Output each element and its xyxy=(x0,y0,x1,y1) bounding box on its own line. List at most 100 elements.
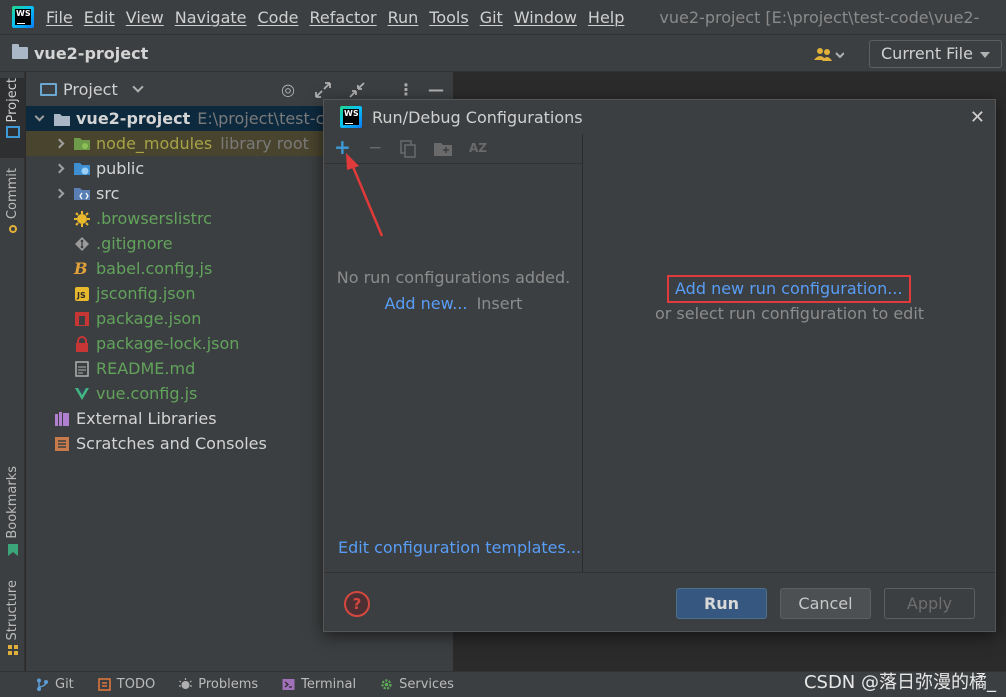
tool-window-problems[interactable]: Problems xyxy=(179,677,258,692)
add-run-config-link[interactable]: Add new run configuration... xyxy=(667,275,911,303)
copy-icon[interactable] xyxy=(400,140,416,158)
menu-git[interactable]: Git xyxy=(480,8,503,27)
project-panel-title[interactable]: Project xyxy=(63,80,118,99)
edit-templates-link[interactable]: Edit configuration templates... xyxy=(338,538,581,557)
git-icon xyxy=(74,236,90,252)
lock-icon xyxy=(74,335,90,352)
git-branch-icon xyxy=(37,678,48,691)
tab-bookmarks[interactable]: Bookmarks xyxy=(0,466,25,558)
menu-navigate[interactable]: Navigate xyxy=(175,8,247,27)
tree-item-label: README.md xyxy=(96,359,196,378)
config-detail-pane: Add new run configuration... or select r… xyxy=(584,134,995,572)
bookmark-icon xyxy=(7,543,18,556)
options-menu-icon[interactable]: ⋮ xyxy=(398,80,414,99)
todo-icon xyxy=(97,678,111,691)
chevron-right-icon[interactable] xyxy=(54,138,74,149)
add-new-row: Add new... Insert xyxy=(324,294,583,313)
sort-alphabetically-icon[interactable]: AZ xyxy=(469,141,487,155)
select-config-hint: or select run configuration to edit xyxy=(654,304,925,323)
terminal-icon xyxy=(282,679,295,690)
run-config-selector[interactable]: Current File xyxy=(869,40,1002,68)
tree-item-label: Scratches and Consoles xyxy=(76,434,267,453)
tree-item-label: babel.config.js xyxy=(96,259,213,278)
menu-refactor[interactable]: Refactor xyxy=(309,8,376,27)
project-view-icon xyxy=(40,82,57,96)
menu-code[interactable]: Code xyxy=(258,8,299,27)
window-title: vue2-project [E:\project\test-code\vue2- xyxy=(659,7,980,27)
menu-tools[interactable]: Tools xyxy=(429,8,468,27)
add-new-shortcut: Insert xyxy=(476,294,523,313)
menu-edit[interactable]: Edit xyxy=(84,8,115,27)
tool-window-services[interactable]: Services xyxy=(380,677,454,692)
select-opened-file-icon[interactable]: ◎ xyxy=(281,80,295,99)
chevron-down-icon[interactable] xyxy=(132,81,144,93)
npm-icon xyxy=(74,311,90,327)
chevron-down-icon[interactable] xyxy=(34,111,54,122)
tree-item-label: public xyxy=(96,159,145,178)
run-debug-config-dialog: WS Run/Debug Configurations ✕ + − AZ No … xyxy=(323,99,996,632)
browserslist-icon xyxy=(74,210,90,227)
tool-window-git[interactable]: Git xyxy=(36,677,74,692)
babel-icon: B xyxy=(74,258,88,278)
chevron-right-icon[interactable] xyxy=(54,188,74,199)
vue-icon xyxy=(74,386,90,402)
js-config-icon: JS xyxy=(74,286,90,302)
chevron-right-icon[interactable] xyxy=(54,163,74,174)
tree-item-label: jsconfig.json xyxy=(96,284,196,303)
tool-window-label: Problems xyxy=(198,677,259,692)
libraries-icon xyxy=(54,411,70,427)
expand-all-icon[interactable] xyxy=(314,81,332,99)
problems-icon xyxy=(179,678,193,689)
tab-commit-label: Commit xyxy=(5,168,20,220)
menu-help[interactable]: Help xyxy=(588,8,624,27)
folder-icon xyxy=(12,44,28,59)
tab-structure-label: Structure xyxy=(5,580,20,641)
new-folder-icon[interactable] xyxy=(434,142,452,156)
tree-item-label: .gitignore xyxy=(96,234,173,253)
menu-view[interactable]: View xyxy=(126,8,164,27)
annotation-arrow xyxy=(346,153,384,237)
library-folder-icon xyxy=(74,136,90,152)
hide-panel-icon[interactable]: — xyxy=(428,80,444,99)
menu-bar: WS File Edit View Navigate Code Refactor… xyxy=(0,0,1006,34)
tab-structure[interactable]: Structure xyxy=(0,580,25,668)
code-with-me-icon[interactable] xyxy=(814,47,844,63)
tab-commit[interactable]: Commit xyxy=(0,168,25,240)
svg-text:JS: JS xyxy=(76,291,86,300)
left-tool-strip: Project Commit Bookmarks Structure xyxy=(0,72,25,671)
tree-item-label: External Libraries xyxy=(76,409,217,428)
main-toolbar: vue2-project Current File xyxy=(0,34,1006,72)
structure-icon xyxy=(7,645,18,656)
tool-window-label: Services xyxy=(399,677,454,692)
markdown-file-icon xyxy=(74,360,90,377)
cancel-button[interactable]: Cancel xyxy=(780,588,871,619)
tool-window-label: TODO xyxy=(116,677,156,692)
tab-project-label: Project xyxy=(5,78,20,123)
menu-run[interactable]: Run xyxy=(388,8,419,27)
tree-item-label: package.json xyxy=(96,309,202,328)
help-button[interactable]: ? xyxy=(344,591,370,617)
run-button[interactable]: Run xyxy=(676,588,767,619)
tree-item-label: package-lock.json xyxy=(96,334,240,353)
tree-item-label: vue.config.js xyxy=(96,384,198,403)
menu-file[interactable]: File xyxy=(46,8,73,27)
tab-project[interactable]: Project xyxy=(0,78,25,158)
collapse-all-icon[interactable] xyxy=(348,81,366,99)
close-icon[interactable]: ✕ xyxy=(970,107,985,128)
webstorm-logo-icon: WS xyxy=(340,106,362,128)
tool-window-label: Git xyxy=(55,677,74,692)
tool-window-terminal[interactable]: Terminal xyxy=(282,677,356,692)
folder-icon xyxy=(54,111,70,127)
menu-window[interactable]: Window xyxy=(514,8,577,27)
add-new-link[interactable]: Add new... xyxy=(385,294,468,313)
dialog-title: Run/Debug Configurations xyxy=(372,107,583,127)
tree-item-hint: E:\project\test-co xyxy=(197,109,335,128)
commit-icon xyxy=(8,225,17,234)
tool-window-todo[interactable]: TODO xyxy=(97,677,156,692)
dialog-footer: ? Run Cancel Apply xyxy=(324,572,995,632)
project-name-breadcrumb[interactable]: vue2-project xyxy=(34,44,148,63)
tree-item-label: src xyxy=(96,184,120,203)
apply-button[interactable]: Apply xyxy=(884,588,975,619)
tree-item-label: .browserslistrc xyxy=(96,209,212,228)
tool-window-label: Terminal xyxy=(301,677,357,692)
